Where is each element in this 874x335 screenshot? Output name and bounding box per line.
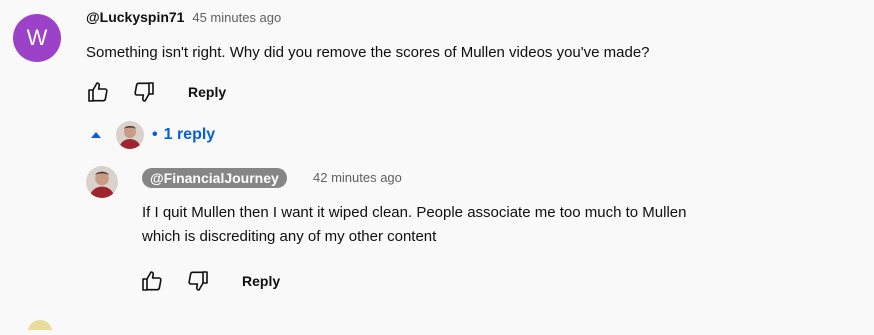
comment-author-line: @Luckyspin71 45 minutes ago — [86, 9, 281, 25]
thumbs-down-icon — [188, 271, 208, 291]
reply-button[interactable]: Reply — [188, 84, 226, 100]
thumbs-up-icon — [88, 82, 108, 102]
replies-toggle-button[interactable]: • 1 reply — [90, 121, 215, 149]
reply-author-chip[interactable]: @FinancialJourney — [142, 168, 287, 188]
reply-text: If I quit Mullen then I want it wiped cl… — [142, 201, 862, 249]
thumbs-up-icon — [142, 271, 162, 291]
comment-author[interactable]: @Luckyspin71 — [86, 9, 184, 25]
reply-time[interactable]: 42 minutes ago — [313, 170, 402, 185]
next-comment-avatar-partial — [14, 310, 62, 330]
reply-like-button[interactable] — [138, 267, 166, 295]
replies-count: 1 reply — [163, 126, 216, 143]
reply-actions: Reply — [138, 267, 280, 295]
comment-text: Something isn't right. Why did you remov… — [86, 44, 650, 61]
comment-actions: Reply — [84, 78, 226, 106]
replier-avatar[interactable] — [86, 166, 118, 198]
person-avatar-icon — [86, 166, 118, 198]
reply-dislike-button[interactable] — [184, 267, 212, 295]
dislike-button[interactable] — [130, 78, 158, 106]
like-button[interactable] — [84, 78, 112, 106]
avatar-letter: W — [26, 25, 48, 50]
bullet-separator: • — [152, 126, 158, 143]
comment-time[interactable]: 45 minutes ago — [192, 10, 281, 25]
avatar-edge-icon — [28, 320, 52, 330]
caret-up-icon — [91, 132, 101, 138]
reply-text-line2: which is discrediting any of my other co… — [142, 228, 437, 245]
person-avatar-icon — [116, 121, 144, 149]
replier-avatar-small — [116, 121, 144, 149]
reply-text-line1: If I quit Mullen then I want it wiped cl… — [142, 204, 687, 221]
commenter-avatar[interactable]: W — [13, 14, 61, 62]
reply-reply-button[interactable]: Reply — [242, 273, 280, 289]
thumbs-down-icon — [134, 82, 154, 102]
